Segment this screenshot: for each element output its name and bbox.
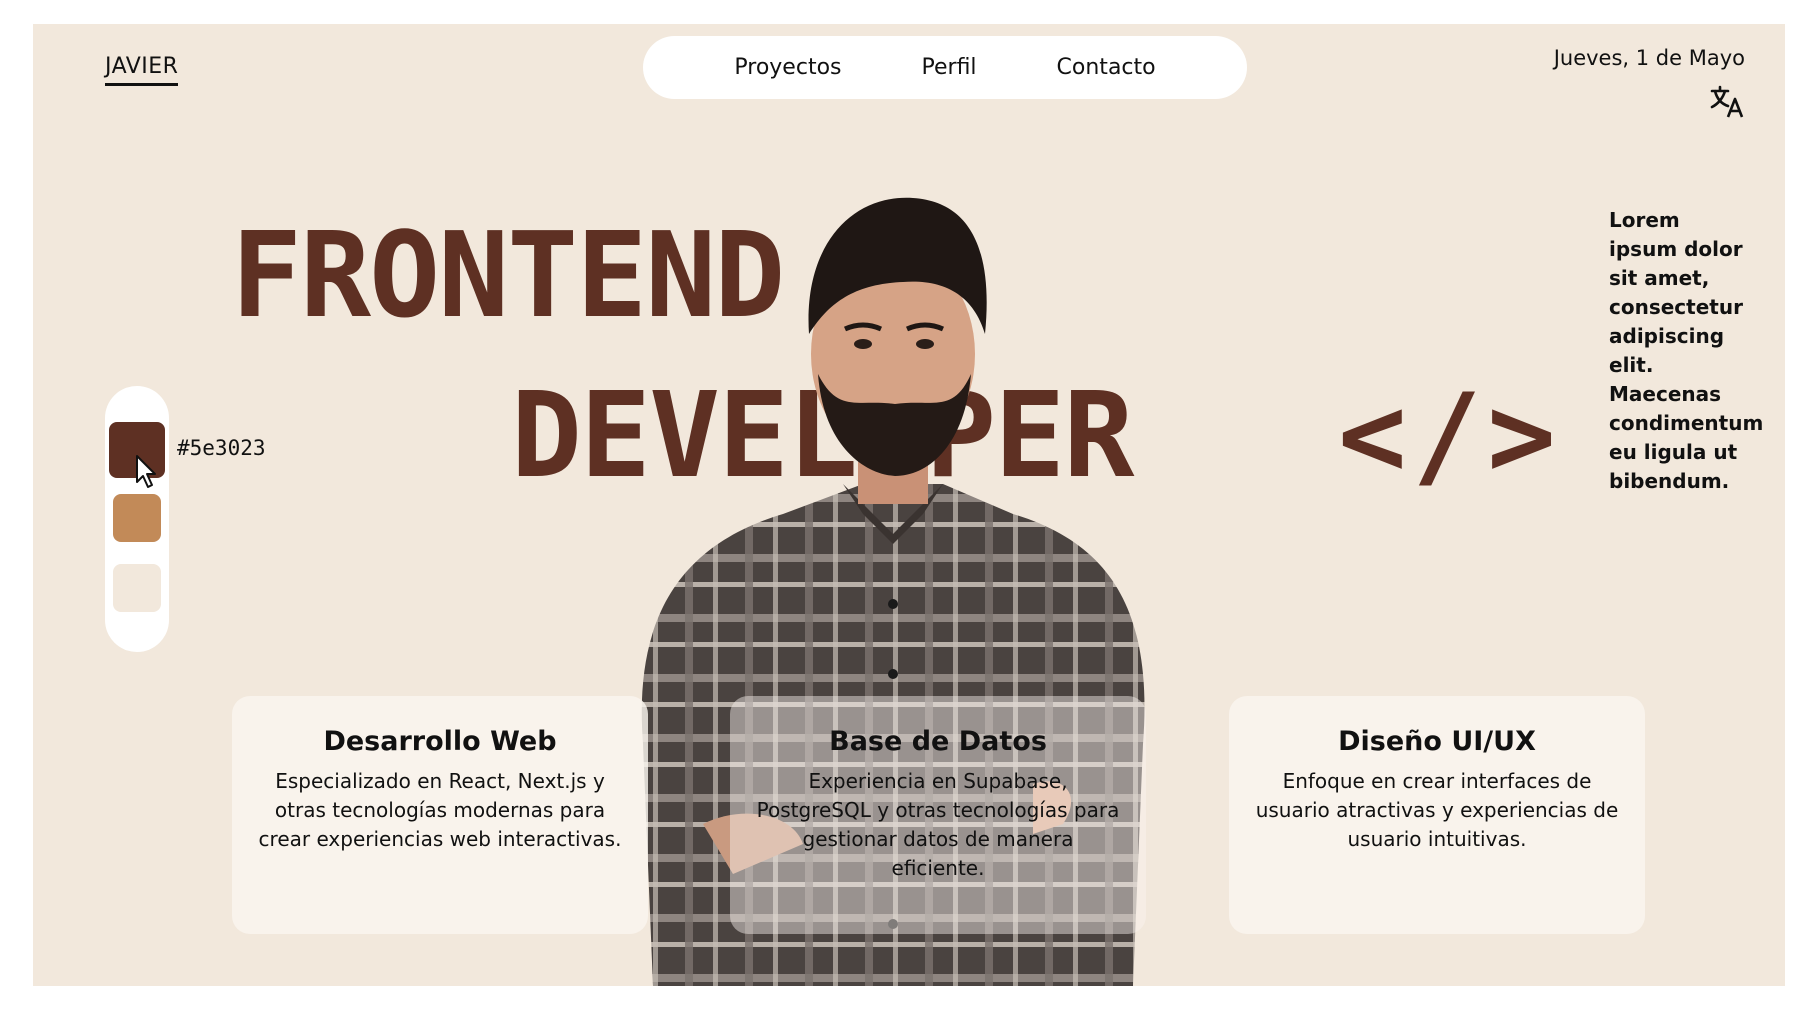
nav-item-proyectos[interactable]: Proyectos	[694, 55, 881, 80]
card-description: Especializado en React, Next.js y otras …	[258, 769, 622, 851]
intro-paragraph: Lorem ipsum dolor sit amet, consectetur …	[1609, 208, 1764, 493]
swatch-cream[interactable]	[113, 564, 161, 612]
card-description: Experiencia en Supabase, PostgreSQL y ot…	[756, 769, 1120, 880]
nav-item-perfil[interactable]: Perfil	[882, 55, 1017, 80]
code-brackets-icon: </>	[1338, 369, 1562, 502]
swatch-tan[interactable]	[113, 494, 161, 542]
card-title: Desarrollo Web	[323, 726, 557, 757]
nav-item-contacto[interactable]: Contacto	[1017, 55, 1196, 80]
pointer-cursor-icon	[136, 455, 156, 488]
hero-title-developer: DEVELOPER	[511, 366, 1134, 504]
brand-logo-link[interactable]: JAVIER	[105, 54, 179, 86]
page-canvas: JAVIER Proyectos Perfil Contacto Jueves,…	[33, 24, 1785, 986]
card-title: Diseño UI/UX	[1338, 726, 1536, 757]
current-date: Jueves, 1 de Mayo	[1553, 46, 1745, 70]
service-card-web[interactable]: Desarrollo Web Especializado en React, N…	[232, 696, 648, 934]
card-title: Base de Datos	[829, 726, 1047, 757]
service-card-database[interactable]: Base de Datos Experiencia en Supabase, P…	[730, 696, 1146, 934]
hero-title-frontend: FRONTEND	[231, 206, 785, 344]
service-card-design[interactable]: Diseño UI/UX Enfoque en crear interfaces…	[1229, 696, 1645, 934]
main-nav: Proyectos Perfil Contacto	[643, 36, 1247, 99]
selected-color-hex: #5e3023	[177, 436, 266, 460]
translate-icon[interactable]	[1709, 84, 1745, 120]
card-description: Enfoque en crear interfaces de usuario a…	[1255, 769, 1619, 851]
color-picker	[105, 386, 169, 652]
